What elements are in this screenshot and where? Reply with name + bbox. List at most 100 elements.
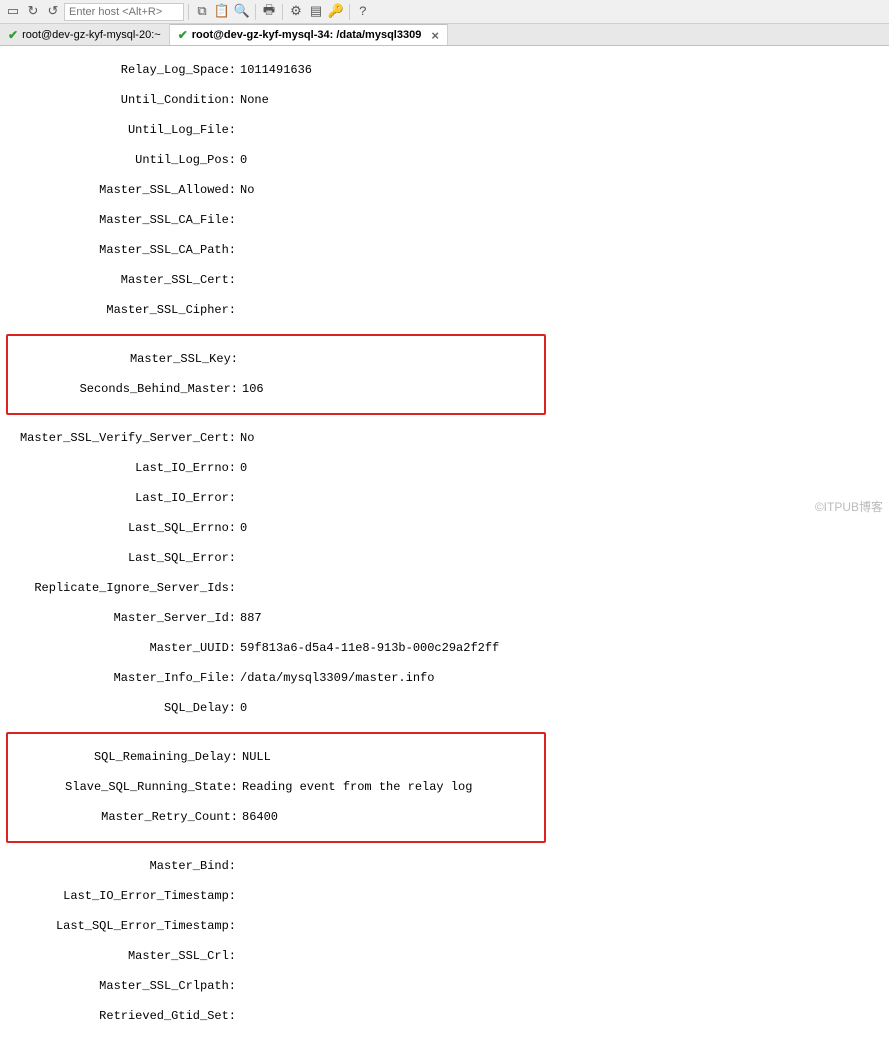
key-icon[interactable]: 🔑: [327, 3, 345, 21]
status-value: None: [238, 93, 269, 108]
status-key: Last_IO_Errno:: [6, 461, 238, 476]
status-key: Replicate_Ignore_Server_Ids:: [6, 581, 238, 596]
status-row: Last_IO_Error_Timestamp:: [6, 889, 883, 904]
status-row: Last_SQL_Error_Timestamp:: [6, 919, 883, 934]
terminal-output[interactable]: Relay_Log_Space:1011491636 Until_Conditi…: [0, 46, 889, 1038]
paste-icon[interactable]: 📋: [213, 3, 231, 21]
status-key: SQL_Remaining_Delay:: [8, 750, 240, 765]
status-row: Master_Server_Id:887: [6, 611, 883, 626]
status-value: [238, 303, 240, 318]
status-row: Master_SSL_Crlpath:: [6, 979, 883, 994]
status-key: SQL_Delay:: [6, 701, 238, 716]
separator-icon: [255, 4, 256, 20]
status-key: Master_Retry_Count:: [8, 810, 240, 825]
watermark: ©ITPUB博客: [815, 498, 883, 515]
status-value: [240, 352, 242, 367]
print-icon[interactable]: 🖶: [260, 3, 278, 21]
separator-icon: [349, 4, 350, 20]
status-key: Master_Server_Id:: [6, 611, 238, 626]
disconnect-icon[interactable]: ↺: [44, 3, 62, 21]
status-key: Master_SSL_Cipher:: [6, 303, 238, 318]
status-key: Until_Log_File:: [6, 123, 238, 138]
status-value: 887: [238, 611, 262, 626]
status-row: Master_SSL_CA_Path:: [6, 243, 883, 258]
find-icon[interactable]: 🔍: [233, 3, 251, 21]
status-row: Master_Retry_Count:86400: [8, 810, 544, 825]
toolbar: ▭ ↻ ↺ ⧉ 📋 🔍 🖶 ⚙ ▤ 🔑 ?: [0, 0, 889, 24]
status-row: Master_SSL_Cert:: [6, 273, 883, 288]
status-key: Relay_Log_Space:: [6, 63, 238, 78]
status-row: Master_Info_File:/data/mysql3309/master.…: [6, 671, 883, 686]
status-value: 59f813a6-d5a4-11e8-913b-000c29a2f2ff: [238, 641, 499, 656]
status-key: Master_SSL_CA_File:: [6, 213, 238, 228]
status-row: Master_SSL_Crl:: [6, 949, 883, 964]
status-row: Master_SSL_Cipher:: [6, 303, 883, 318]
status-row: Until_Log_File:: [6, 123, 883, 138]
status-row: Master_UUID:59f813a6-d5a4-11e8-913b-000c…: [6, 641, 883, 656]
status-value: [238, 273, 240, 288]
status-key: Master_Bind:: [6, 859, 238, 874]
host-input[interactable]: [64, 3, 184, 21]
status-row: Master_SSL_CA_File:: [6, 213, 883, 228]
copy-icon[interactable]: ⧉: [193, 3, 211, 21]
status-row: Last_SQL_Error:: [6, 551, 883, 566]
tab-label: root@dev-gz-kyf-mysql-34: /data/mysql330…: [192, 29, 422, 41]
status-key: Master_SSL_Crl:: [6, 949, 238, 964]
status-row: Retrieved_Gtid_Set:: [6, 1009, 883, 1024]
status-value: No: [238, 431, 254, 446]
status-value: [238, 243, 240, 258]
status-value: [238, 889, 240, 904]
status-value: 106: [240, 382, 264, 397]
status-key: Last_IO_Error:: [6, 491, 238, 506]
tab-bar: ✔ root@dev-gz-kyf-mysql-20:~ ✔ root@dev-…: [0, 24, 889, 46]
status-value: [238, 1009, 240, 1024]
settings-icon[interactable]: ⚙: [287, 3, 305, 21]
status-row: Master_SSL_Key:: [8, 352, 544, 367]
status-key: Until_Log_Pos:: [6, 153, 238, 168]
status-value: [238, 919, 240, 934]
status-key: Slave_SQL_Running_State:: [8, 780, 240, 795]
new-session-icon[interactable]: ▭: [4, 3, 22, 21]
tab-label: root@dev-gz-kyf-mysql-20:~: [22, 29, 161, 41]
status-key: Master_SSL_Key:: [8, 352, 240, 367]
status-value: [238, 551, 240, 566]
status-value: NULL: [240, 750, 271, 765]
properties-icon[interactable]: ▤: [307, 3, 325, 21]
status-value: /data/mysql3309/master.info: [238, 671, 434, 686]
connected-icon: ✔: [8, 28, 18, 42]
status-row: Relay_Log_Space:1011491636: [6, 63, 883, 78]
tab-session-1[interactable]: ✔ root@dev-gz-kyf-mysql-20:~: [0, 24, 170, 45]
status-value: [238, 979, 240, 994]
close-icon[interactable]: ×: [431, 28, 439, 43]
status-row: SQL_Delay:0: [6, 701, 883, 716]
status-value: No: [238, 183, 254, 198]
help-icon[interactable]: ?: [354, 3, 372, 21]
status-value: [238, 581, 240, 596]
status-value: 86400: [240, 810, 278, 825]
status-value: [238, 123, 240, 138]
status-value: [238, 859, 240, 874]
status-value: 0: [238, 701, 247, 716]
status-row: Until_Condition:None: [6, 93, 883, 108]
status-value: Reading event from the relay log: [240, 780, 472, 795]
status-key: Last_SQL_Error:: [6, 551, 238, 566]
status-row: Slave_SQL_Running_State:Reading event fr…: [8, 780, 544, 795]
status-row: Master_Bind:: [6, 859, 883, 874]
status-row: Seconds_Behind_Master:106: [8, 382, 544, 397]
status-key: Master_UUID:: [6, 641, 238, 656]
reconnect-icon[interactable]: ↻: [24, 3, 42, 21]
status-key: Master_SSL_CA_Path:: [6, 243, 238, 258]
status-row: Last_IO_Error:: [6, 491, 883, 506]
status-row: Last_SQL_Errno:0: [6, 521, 883, 536]
status-value: 1011491636: [238, 63, 312, 78]
status-key: Master_Info_File:: [6, 671, 238, 686]
connected-icon: ✔: [178, 28, 188, 42]
status-key: Last_IO_Error_Timestamp:: [6, 889, 238, 904]
highlight-box-slave-state: SQL_Remaining_Delay:NULL Slave_SQL_Runni…: [6, 732, 546, 843]
status-key: Seconds_Behind_Master:: [8, 382, 240, 397]
tab-session-2[interactable]: ✔ root@dev-gz-kyf-mysql-34: /data/mysql3…: [170, 24, 448, 45]
separator-icon: [282, 4, 283, 20]
status-row: Master_SSL_Verify_Server_Cert:No: [6, 431, 883, 446]
status-row: Replicate_Ignore_Server_Ids:: [6, 581, 883, 596]
status-row: Until_Log_Pos:0: [6, 153, 883, 168]
